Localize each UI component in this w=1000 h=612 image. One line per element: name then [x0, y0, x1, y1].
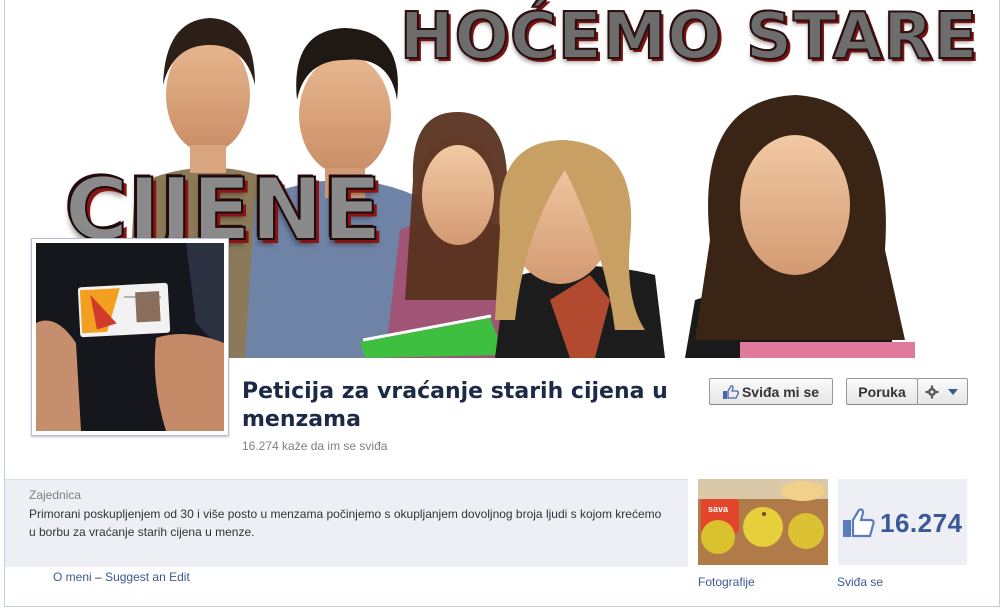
page-title: Peticija za vraćanje starih cijena u men…: [242, 379, 668, 432]
profile-photo: [36, 243, 224, 431]
about-links: O meni – Suggest an Edit: [53, 570, 190, 584]
likes-link[interactable]: Sviđa se: [837, 575, 883, 589]
thumbs-up-icon: [843, 508, 875, 538]
page-description: Primorani poskupljenjem od 30 i više pos…: [29, 507, 662, 539]
photo-brand-text: sava: [708, 504, 729, 514]
like-button[interactable]: Sviđa mi se: [709, 378, 833, 405]
thumbs-up-icon: [722, 384, 739, 399]
gear-icon: [925, 385, 938, 398]
message-button-label: Poruka: [858, 383, 906, 400]
about-link[interactable]: O meni: [53, 570, 92, 584]
like-button-label: Sviđa mi se: [741, 383, 820, 400]
likes-count: 16.274: [880, 508, 963, 538]
photos-tile[interactable]: sava: [698, 479, 828, 565]
chevron-down-icon: [947, 388, 958, 395]
likes-summary: 16.274 kaže da im se sviđa: [242, 439, 388, 453]
photos-link[interactable]: Fotografije: [698, 575, 755, 589]
id-card-photo: [36, 243, 224, 431]
cover-headline: HOĆEMO STARE: [399, 0, 979, 75]
link-separator: –: [95, 570, 102, 584]
suggest-edit-link[interactable]: Suggest an Edit: [105, 570, 190, 584]
page-category: Zajednica: [29, 488, 82, 502]
profile-picture[interactable]: [31, 238, 229, 436]
settings-dropdown-button[interactable]: [917, 378, 968, 405]
photos-thumbnail: sava: [698, 479, 828, 565]
message-button[interactable]: Poruka: [846, 378, 918, 405]
facebook-page: HOĆEMO STARE CIJENE Peticija za vraćanje…: [0, 0, 1000, 612]
